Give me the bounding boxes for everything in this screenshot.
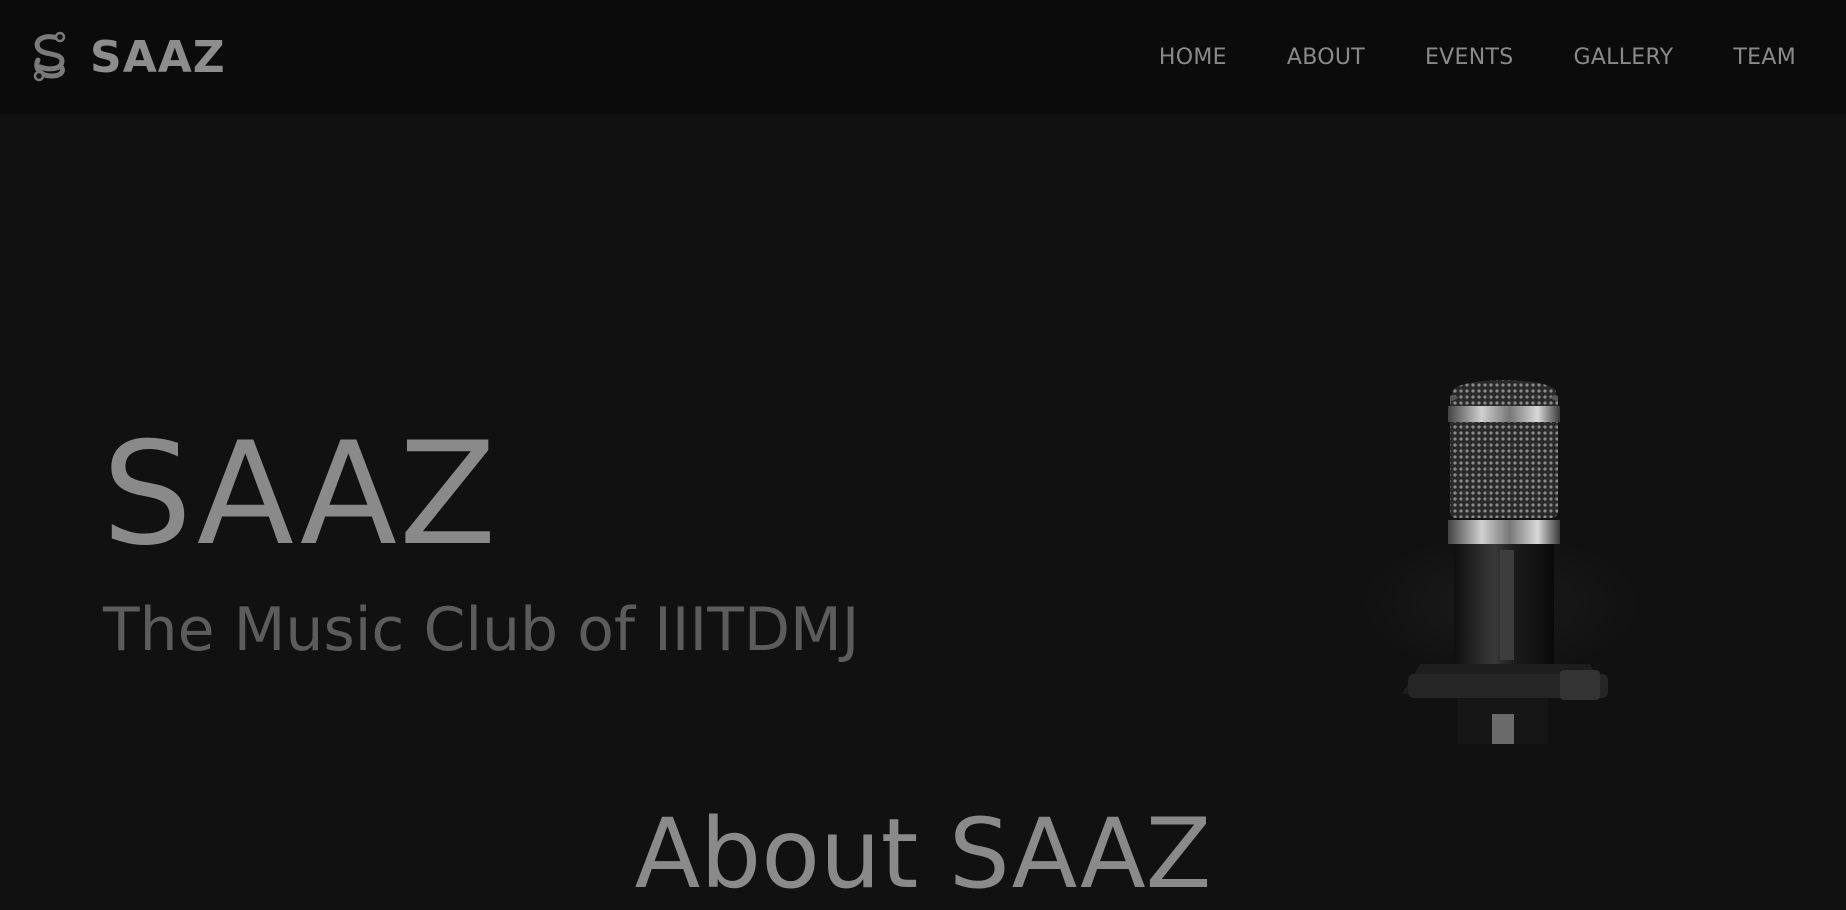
- hero-section: SAAZ The Music Club of IIITDMJ About SAA…: [0, 114, 1846, 902]
- nav-link-home[interactable]: HOME: [1159, 45, 1227, 70]
- hero-title: SAAZ: [102, 412, 499, 577]
- nav-link-team[interactable]: TEAM: [1733, 45, 1796, 70]
- about-heading: About SAAZ: [634, 798, 1212, 910]
- nav-links: HOME ABOUT EVENTS GALLERY TEAM: [1159, 45, 1796, 70]
- nav-link-about[interactable]: ABOUT: [1287, 45, 1365, 70]
- navbar: SAAZ HOME ABOUT EVENTS GALLERY TEAM: [0, 0, 1846, 114]
- hero-subtitle: The Music Club of IIITDMJ: [103, 595, 860, 665]
- brand-name: SAAZ: [90, 31, 226, 83]
- brand[interactable]: SAAZ: [28, 30, 226, 84]
- microphone-image: [1360, 380, 1640, 744]
- saaz-logo-icon: [33, 31, 66, 82]
- nav-link-gallery[interactable]: GALLERY: [1573, 45, 1673, 70]
- nav-link-events[interactable]: EVENTS: [1425, 45, 1514, 70]
